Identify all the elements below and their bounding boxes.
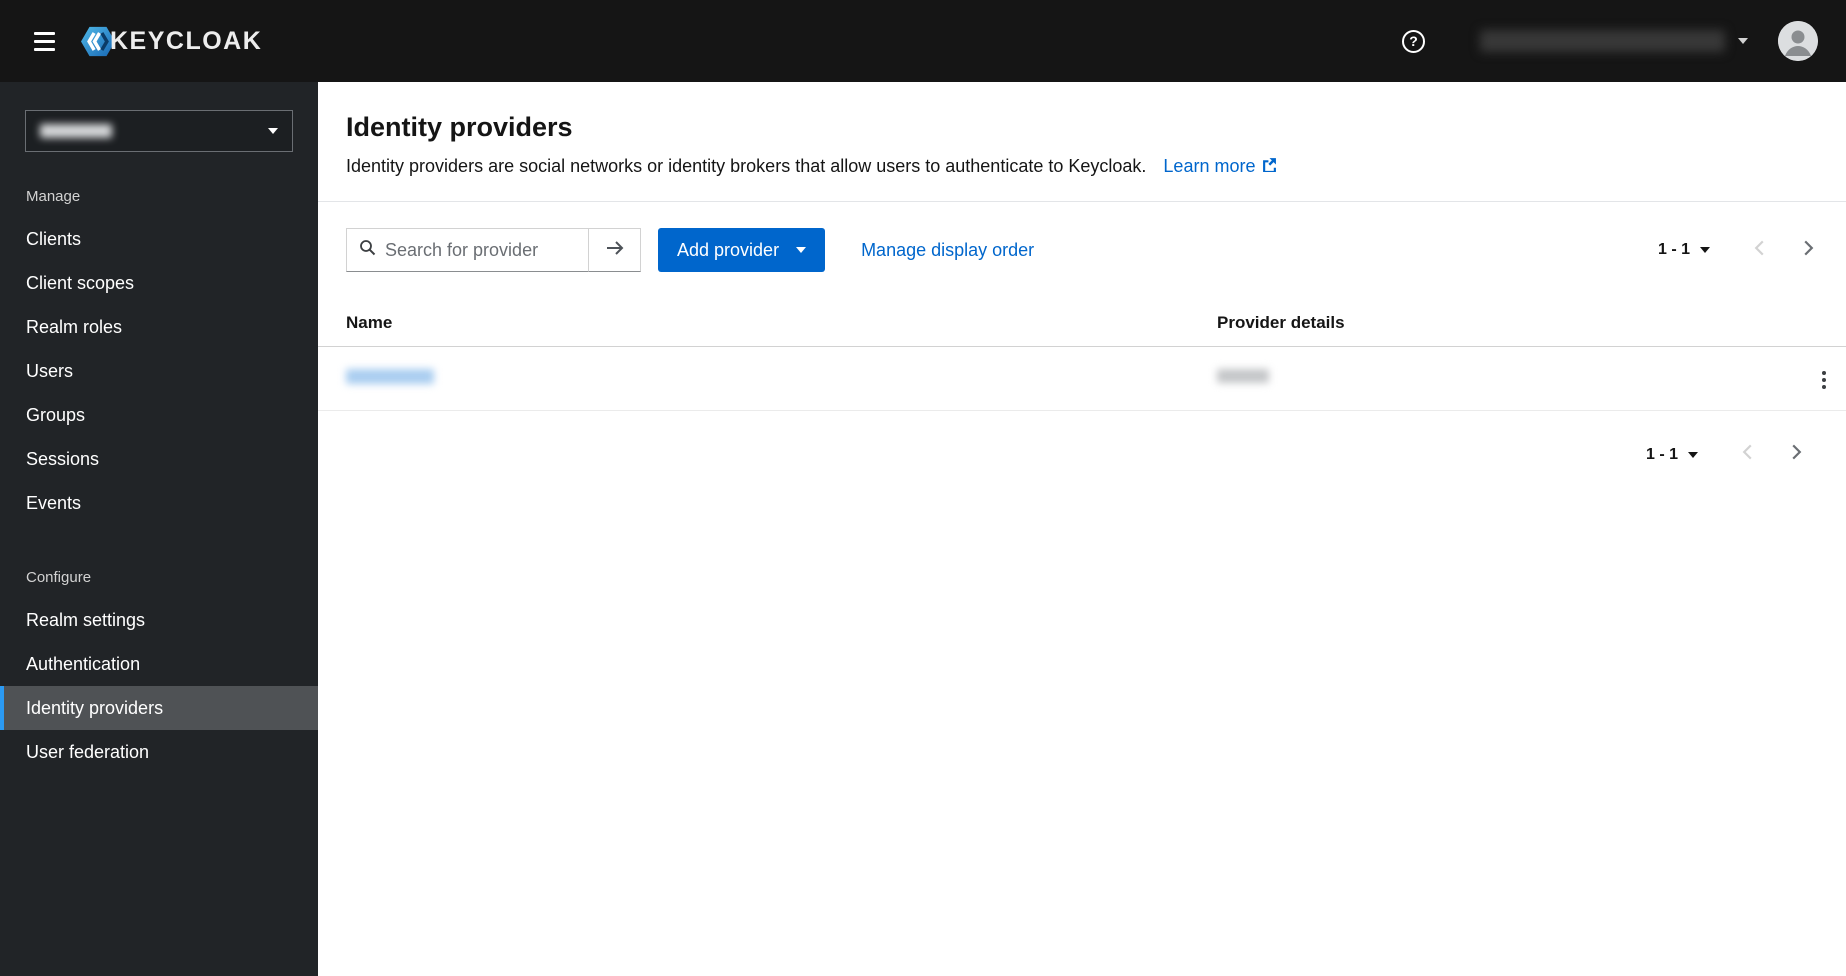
sidebar: Manage Clients Client scopes Realm roles…	[0, 82, 318, 976]
provider-details-redacted	[1217, 369, 1269, 383]
keycloak-logo: KEYCLOAK	[81, 26, 262, 57]
chevron-right-icon	[1791, 443, 1802, 466]
next-page-button[interactable]	[1799, 233, 1818, 268]
user-menu-dropdown[interactable]	[1480, 30, 1748, 52]
sidebar-item-authentication[interactable]: Authentication	[0, 642, 318, 686]
chevron-left-icon	[1754, 239, 1765, 262]
keycloak-logo-text: KEYCLOAK	[110, 26, 263, 55]
realm-selector-dropdown[interactable]	[25, 110, 293, 152]
learn-more-link[interactable]: Learn more	[1163, 156, 1277, 177]
sidebar-item-label: Realm settings	[26, 609, 146, 630]
sidebar-item-users[interactable]: Users	[0, 349, 318, 393]
nav-section-title-manage: Manage	[26, 188, 81, 205]
sidebar-item-label: Events	[26, 492, 82, 513]
search-input[interactable]	[385, 239, 580, 261]
username-redacted	[1480, 30, 1725, 52]
caret-down-icon	[1738, 38, 1748, 44]
manage-display-order-link[interactable]: Manage display order	[861, 240, 1034, 261]
per-page-dropdown[interactable]: 1 - 1	[1654, 235, 1714, 265]
hamburger-icon	[34, 31, 55, 51]
nav-section-configure: Configure Realm settings Authentication …	[0, 569, 318, 774]
sidebar-item-events[interactable]: Events	[0, 481, 318, 525]
prev-page-button[interactable]	[1750, 233, 1769, 268]
sidebar-item-label: Realm roles	[26, 316, 123, 337]
search-box	[346, 228, 588, 272]
sidebar-item-label: Identity providers	[26, 697, 164, 718]
page-description-row: Identity providers are social networks o…	[346, 156, 1818, 177]
sidebar-item-label: Sessions	[26, 448, 100, 469]
sidebar-item-realm-settings[interactable]: Realm settings	[0, 598, 318, 642]
sidebar-item-label: Client scopes	[26, 272, 135, 293]
external-link-icon	[1262, 156, 1277, 177]
provider-name-link-redacted[interactable]	[346, 368, 434, 384]
search-submit-button[interactable]	[588, 228, 641, 272]
pagination-range: 1 - 1	[1645, 445, 1678, 463]
nav-list-configure: Realm settings Authentication Identity p…	[0, 598, 318, 774]
sidebar-item-groups[interactable]: Groups	[0, 393, 318, 437]
add-provider-label: Add provider	[677, 239, 780, 260]
avatar[interactable]	[1778, 21, 1818, 61]
nav-section-manage: Manage Clients Client scopes Realm roles…	[0, 188, 318, 525]
nav-list-manage: Clients Client scopes Realm roles Users …	[0, 217, 318, 525]
pagination-bottom: 1 - 1	[318, 411, 1846, 472]
next-page-button-bottom[interactable]	[1787, 437, 1806, 472]
table-row	[318, 346, 1846, 411]
arrow-right-icon	[605, 240, 625, 261]
identity-providers-table: Name Provider details	[318, 300, 1846, 411]
page-header: Identity providers Identity providers ar…	[318, 82, 1846, 202]
help-button[interactable]: ?	[1402, 29, 1425, 53]
page-body: Add provider Manage display order 1 - 1	[318, 202, 1846, 472]
chevron-left-icon	[1742, 443, 1753, 466]
sidebar-item-label: User federation	[26, 741, 150, 762]
question-circle-icon: ?	[1402, 29, 1425, 53]
toolbar: Add provider Manage display order 1 - 1	[318, 202, 1846, 272]
per-page-dropdown-bottom[interactable]: 1 - 1	[1642, 440, 1702, 470]
sidebar-item-label: Clients	[26, 228, 82, 249]
column-header-name: Name	[318, 300, 1189, 347]
add-provider-button[interactable]: Add provider	[658, 228, 826, 272]
search-group	[346, 228, 641, 272]
chevron-right-icon	[1803, 239, 1814, 262]
sidebar-item-clients[interactable]: Clients	[0, 217, 318, 261]
caret-down-icon	[796, 247, 807, 253]
nav-section-title-configure: Configure	[26, 569, 92, 586]
prev-page-button-bottom[interactable]	[1738, 437, 1757, 472]
sidebar-item-realm-roles[interactable]: Realm roles	[0, 305, 318, 349]
pagination-top: 1 - 1	[1654, 233, 1818, 268]
realm-name-redacted	[40, 124, 112, 138]
main-content: Identity providers Identity providers ar…	[318, 82, 1846, 976]
sidebar-item-label: Users	[26, 360, 74, 381]
column-header-provider-details: Provider details	[1189, 300, 1774, 347]
caret-down-icon	[1688, 451, 1698, 458]
learn-more-label: Learn more	[1163, 156, 1256, 176]
sidebar-item-client-scopes[interactable]: Client scopes	[0, 261, 318, 305]
caret-down-icon	[268, 128, 278, 134]
caret-down-icon	[1700, 247, 1710, 253]
sidebar-item-label: Groups	[26, 404, 86, 425]
keycloak-admin-console: KEYCLOAK ? Manage Clients Client scopes …	[0, 0, 1846, 976]
sidebar-item-user-federation[interactable]: User federation	[0, 730, 318, 774]
pagination-range: 1 - 1	[1657, 241, 1690, 258]
page-description: Identity providers are social networks o…	[346, 156, 1147, 176]
sidebar-item-identity-providers[interactable]: Identity providers	[0, 686, 318, 730]
kebab-menu-button[interactable]	[1812, 365, 1836, 395]
sidebar-item-sessions[interactable]: Sessions	[0, 437, 318, 481]
search-icon	[359, 239, 376, 261]
page-title: Identity providers	[346, 112, 573, 142]
table-header-row: Name Provider details	[318, 300, 1846, 347]
masthead: KEYCLOAK ?	[0, 0, 1846, 82]
sidebar-item-label: Authentication	[26, 653, 141, 674]
global-nav-toggle-button[interactable]	[22, 22, 67, 61]
column-header-actions	[1774, 300, 1846, 347]
app-body: Manage Clients Client scopes Realm roles…	[0, 82, 1846, 976]
